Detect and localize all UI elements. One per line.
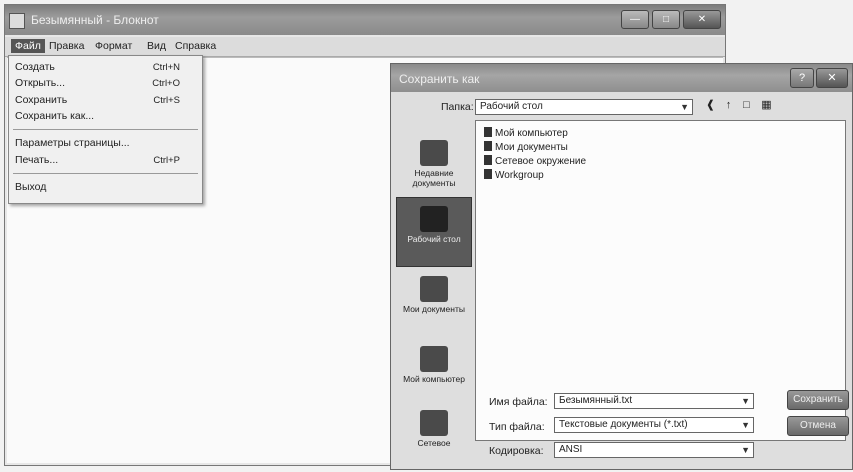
menu-item-new[interactable]: Создать Ctrl+N bbox=[15, 60, 194, 75]
place-my-documents[interactable]: Мои документы bbox=[396, 268, 472, 338]
menu-item-exit[interactable]: Выход bbox=[15, 180, 194, 195]
dialog-title-bar[interactable]: Сохранить как ? ✕ bbox=[391, 64, 852, 92]
desktop-icon bbox=[420, 206, 448, 232]
menu-format[interactable]: Формат bbox=[91, 39, 136, 53]
chevron-down-icon: ▼ bbox=[680, 102, 689, 112]
workgroup-icon bbox=[484, 169, 492, 179]
menu-edit[interactable]: Правка bbox=[45, 39, 88, 53]
chevron-down-icon: ▼ bbox=[741, 420, 750, 430]
up-folder-icon[interactable]: ↑ bbox=[721, 98, 736, 113]
menu-bar: Файл Правка Формат Вид Справка bbox=[5, 37, 725, 57]
network-icon bbox=[420, 410, 448, 436]
places-bar: Недавние документы Рабочий стол Мои доку… bbox=[396, 124, 474, 464]
view-menu-icon[interactable]: ▦ bbox=[759, 98, 774, 113]
menu-view[interactable]: Вид bbox=[143, 39, 170, 53]
folder-select[interactable]: Рабочий стол ▼ bbox=[475, 99, 693, 115]
dialog-close-button[interactable]: ✕ bbox=[816, 68, 848, 88]
list-item[interactable]: Сетевое окружение bbox=[484, 155, 586, 168]
place-desktop[interactable]: Рабочий стол bbox=[396, 197, 472, 267]
menu-separator bbox=[13, 129, 198, 130]
cancel-button[interactable]: Отмена bbox=[787, 416, 849, 436]
close-button[interactable]: ✕ bbox=[683, 10, 721, 29]
filetype-label: Тип файла: bbox=[489, 421, 545, 433]
menu-item-save[interactable]: Сохранить Ctrl+S bbox=[15, 93, 194, 108]
encoding-select[interactable]: ANSI ▼ bbox=[554, 442, 754, 458]
filename-input[interactable]: Безымянный.txt ▼ bbox=[554, 393, 754, 409]
minimize-button[interactable]: — bbox=[621, 10, 649, 29]
chevron-down-icon: ▼ bbox=[741, 445, 750, 455]
folder-label: Папка: bbox=[441, 101, 474, 113]
menu-file[interactable]: Файл bbox=[11, 39, 45, 53]
filetype-select[interactable]: Текстовые документы (*.txt) ▼ bbox=[554, 417, 754, 433]
place-network[interactable]: Сетевое bbox=[396, 402, 472, 472]
recent-docs-icon bbox=[420, 140, 448, 166]
menu-help[interactable]: Справка bbox=[171, 39, 220, 53]
save-as-dialog: Сохранить как ? ✕ Папка: Рабочий стол ▼ … bbox=[390, 63, 853, 470]
menu-item-print[interactable]: Печать... Ctrl+P bbox=[15, 153, 194, 168]
folder-icon bbox=[484, 141, 492, 151]
maximize-button[interactable]: □ bbox=[652, 10, 680, 29]
notepad-title-bar[interactable]: Безымянный - Блокнот — □ ✕ bbox=[5, 5, 725, 35]
network-icon bbox=[484, 155, 492, 165]
list-item[interactable]: Мой компьютер bbox=[484, 127, 568, 140]
list-item[interactable]: Мои документы bbox=[484, 141, 568, 154]
dialog-title: Сохранить как bbox=[399, 72, 480, 86]
encoding-label: Кодировка: bbox=[489, 445, 544, 457]
filename-label: Имя файла: bbox=[489, 396, 548, 408]
notepad-app-icon bbox=[9, 13, 25, 29]
list-item[interactable]: Workgroup bbox=[484, 169, 544, 182]
new-folder-icon[interactable]: □ bbox=[739, 98, 754, 113]
my-computer-icon bbox=[420, 346, 448, 372]
chevron-down-icon: ▼ bbox=[741, 396, 750, 406]
place-my-computer[interactable]: Мой компьютер bbox=[396, 338, 472, 408]
back-icon[interactable]: ❰ bbox=[703, 98, 718, 113]
notepad-title: Безымянный - Блокнот bbox=[31, 13, 159, 27]
menu-item-page-setup[interactable]: Параметры страницы... bbox=[15, 136, 194, 151]
dialog-help-button[interactable]: ? bbox=[790, 68, 814, 88]
menu-item-open[interactable]: Открыть... Ctrl+O bbox=[15, 76, 194, 91]
menu-separator bbox=[13, 173, 198, 174]
computer-icon bbox=[484, 127, 492, 137]
place-recent-documents[interactable]: Недавние документы bbox=[396, 132, 472, 202]
my-documents-icon bbox=[420, 276, 448, 302]
file-dropdown-menu: Создать Ctrl+N Открыть... Ctrl+O Сохрани… bbox=[8, 55, 203, 204]
save-button[interactable]: Сохранить bbox=[787, 390, 849, 410]
menu-item-save-as[interactable]: Сохранить как... bbox=[15, 109, 194, 124]
